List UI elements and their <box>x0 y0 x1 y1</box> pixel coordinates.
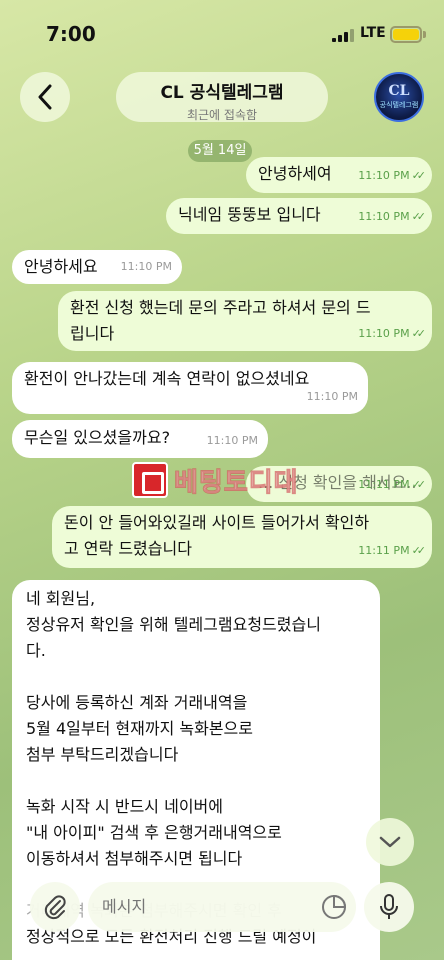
message-input[interactable] <box>88 882 356 932</box>
double-check-icon: ✓✓ <box>411 478 427 491</box>
paperclip-icon <box>44 895 66 920</box>
message-text-line: 첨부 부탁드리겠습니다 <box>26 745 179 764</box>
message-bubble-outgoing[interactable]: 환전 신청 했는데 문의 주라고 하셔서 문의 드 립니다 11:10 PM ✓✓ <box>58 291 432 351</box>
back-button[interactable] <box>20 72 70 122</box>
message-text: 안녕하세여 <box>258 164 332 183</box>
chat-status: 최근에 접속함 <box>186 108 258 122</box>
message-text-line: 다. <box>26 641 46 660</box>
message-time: 11:11 PM <box>358 544 410 557</box>
message-meta: 11:10 PM ✓✓ <box>358 204 427 230</box>
microphone-icon <box>380 894 398 919</box>
message-text-line: 당사에 등록하신 계좌 거래내역을 <box>26 693 248 712</box>
battery-tip <box>423 31 426 38</box>
message-input-bar <box>0 874 444 960</box>
message-time: 11:10 PM <box>306 390 358 403</box>
message-bubble-outgoing[interactable]: 돈이 안 들어와있길래 사이트 들어가서 확인하 고 연락 드렸습니다 11:1… <box>52 506 432 568</box>
message-text-line: 환전 신청 했는데 문의 주라고 하셔서 문의 드 <box>70 298 371 317</box>
message-meta: 11:11 PM ✓✓ <box>358 472 427 498</box>
message-bubble-outgoing[interactable]: 닉네임 뚱뚱보 입니다 11:10 PM ✓✓ <box>166 198 432 234</box>
message-time: 11:10 PM <box>120 260 172 273</box>
message-text-line <box>26 664 366 690</box>
message-bubble-incoming[interactable]: 환전이 안나갔는데 계속 연락이 없으셨네요 11:10 PM <box>12 362 368 414</box>
avatar-subtitle: 공식텔레그램 <box>379 101 419 109</box>
watermark-logo <box>132 462 168 498</box>
message-bubble-incoming[interactable]: 무슨일 있으셨을까요? 11:10 PM <box>12 420 268 458</box>
double-check-icon: ✓✓ <box>411 327 427 340</box>
chevron-down-icon <box>379 836 401 848</box>
double-check-icon: ✓✓ <box>411 544 427 557</box>
status-bar: 7:00 LTE <box>0 0 444 64</box>
date-separator: 5월 14일 <box>188 140 252 162</box>
message-time: 11:10 PM <box>206 434 258 447</box>
message-text: 닉네임 뚱뚱보 입니다 <box>178 205 321 224</box>
message-time: 11:10 PM <box>358 327 410 340</box>
battery-icon <box>390 26 422 43</box>
microphone-button[interactable] <box>364 882 414 932</box>
message-text-line: 정상유저 확인을 위해 텔레그램요청드렸습니 <box>26 615 321 634</box>
avatar-logo: CL <box>388 83 410 99</box>
message-text-line: 5월 4일부터 현재까지 녹화본으로 <box>26 719 253 738</box>
attach-button[interactable] <box>30 882 80 932</box>
message-time: 11:11 PM <box>358 478 410 491</box>
watermark: 베팅토디대 <box>132 460 299 500</box>
message-meta: 11:10 PM ✓✓ <box>358 321 427 347</box>
message-text-line <box>26 768 366 794</box>
message-bubble-incoming[interactable]: 안녕하세요 11:10 PM <box>12 250 182 284</box>
message-bubble-outgoing[interactable]: 안녕하세여 11:10 PM ✓✓ <box>246 157 432 193</box>
message-text: 무슨일 있으셨을까요? <box>24 428 171 447</box>
watermark-text: 베팅토디대 <box>174 467 299 498</box>
message-meta: 11:10 PM ✓✓ <box>358 163 427 189</box>
message-text-line: 돈이 안 들어와있길래 사이트 들어가서 확인하 <box>64 513 370 532</box>
status-time: 7:00 <box>46 22 96 46</box>
signal-icon <box>332 28 354 42</box>
double-check-icon: ✓✓ <box>411 169 427 182</box>
chat-title[interactable]: CL 공식텔레그램 최근에 접속함 <box>116 72 328 122</box>
message-text-line: 녹화 시작 시 반드시 네이버에 <box>26 797 223 816</box>
message-time: 11:10 PM <box>358 210 410 223</box>
message-text-line: 이동하셔서 첨부해주시면 됩니다 <box>26 849 243 868</box>
chevron-left-icon <box>38 84 52 110</box>
sticker-icon[interactable] <box>320 893 348 921</box>
scroll-to-bottom-button[interactable] <box>366 818 414 866</box>
network-type: LTE <box>360 25 386 41</box>
avatar[interactable]: CL 공식텔레그램 <box>374 72 424 122</box>
message-text: 안녕하세요 <box>24 257 98 276</box>
message-text-line: 네 회원님, <box>26 589 96 608</box>
chat-name: CL 공식텔레그램 <box>160 83 284 103</box>
message-text-line: "내 아이피" 검색 후 은행거래내역으로 <box>26 823 282 842</box>
double-check-icon: ✓✓ <box>411 210 427 223</box>
message-meta: 11:11 PM ✓✓ <box>358 538 427 564</box>
message-time: 11:10 PM <box>358 169 410 182</box>
